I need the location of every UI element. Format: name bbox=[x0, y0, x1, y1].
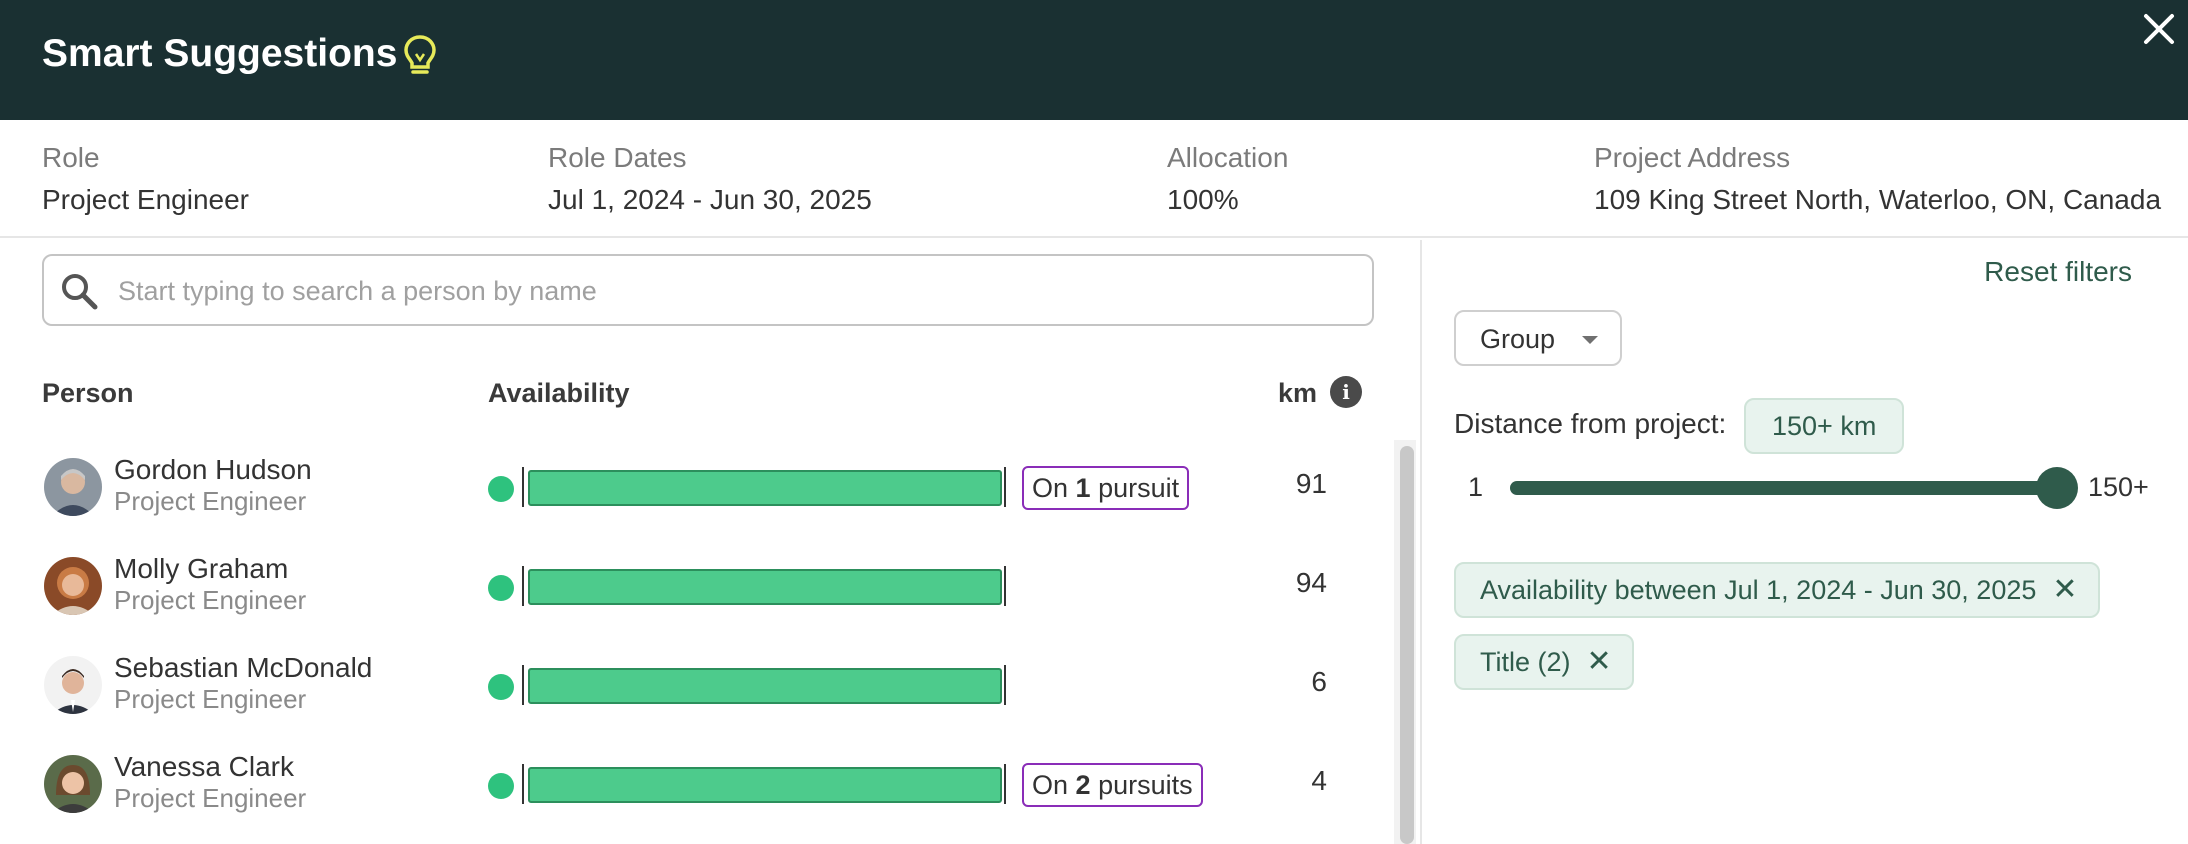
km-column-header: km bbox=[1278, 378, 1318, 408]
person-title: Project Engineer bbox=[114, 783, 307, 813]
project-address-value: 109 King Street North, Waterloo, ON, Can… bbox=[1594, 184, 2162, 215]
role-dates-info: Role Dates Jul 1, 2024 - Jun 30, 2025 bbox=[548, 140, 872, 218]
availability-bar bbox=[528, 767, 1002, 803]
title-filter-label: Title (2) bbox=[1480, 647, 1571, 677]
pursuit-badge[interactable]: On 2 pursuits bbox=[1022, 763, 1203, 807]
availability-end-tick bbox=[1004, 764, 1006, 804]
availability-bar bbox=[528, 668, 1002, 704]
availability-start-tick bbox=[522, 665, 524, 705]
role-info-bar: Role Project Engineer Role Dates Jul 1, … bbox=[0, 120, 2188, 238]
close-icon[interactable] bbox=[2136, 6, 2182, 52]
role-dates-label: Role Dates bbox=[548, 142, 687, 173]
remove-filter-icon[interactable]: ✕ bbox=[2052, 564, 2077, 616]
allocation-info: Allocation 100% bbox=[1167, 140, 1288, 218]
table-row[interactable]: Molly Graham Project Engineer 94 bbox=[0, 537, 1390, 636]
role-label: Role bbox=[42, 142, 100, 173]
availability-start-tick bbox=[522, 467, 524, 507]
avatar bbox=[44, 656, 102, 714]
role-info: Role Project Engineer bbox=[42, 140, 249, 218]
availability-column-header: Availability bbox=[488, 378, 630, 408]
suggestions-panel: Start typing to search a person by name … bbox=[0, 240, 1422, 844]
availability-start-tick bbox=[522, 566, 524, 606]
availability-end-tick bbox=[1004, 665, 1006, 705]
title-filter-chip[interactable]: Title (2) ✕ bbox=[1454, 634, 1634, 690]
reset-filters-link[interactable]: Reset filters bbox=[1984, 256, 2132, 288]
avatar bbox=[44, 458, 102, 516]
allocation-label: Allocation bbox=[1167, 142, 1289, 173]
availability-filter-chip[interactable]: Availability between Jul 1, 2024 - Jun 3… bbox=[1454, 562, 2100, 618]
availability-filter-label: Availability between Jul 1, 2024 - Jun 3… bbox=[1480, 575, 2037, 605]
availability-status-dot bbox=[488, 476, 514, 502]
remove-filter-icon[interactable]: ✕ bbox=[1587, 636, 1612, 688]
km-value: 91 bbox=[1295, 468, 1327, 499]
role-dates-value: Jul 1, 2024 - Jun 30, 2025 bbox=[548, 184, 872, 215]
role-value: Project Engineer bbox=[42, 184, 250, 215]
group-dropdown-label: Group bbox=[1480, 324, 1556, 354]
person-title: Project Engineer bbox=[114, 486, 307, 516]
availability-end-tick bbox=[1004, 566, 1006, 606]
person-name[interactable]: Gordon Hudson bbox=[114, 454, 312, 486]
distance-slider-thumb[interactable] bbox=[2036, 467, 2078, 509]
km-value: 4 bbox=[1311, 765, 1327, 796]
person-title: Project Engineer bbox=[114, 684, 307, 714]
person-title: Project Engineer bbox=[114, 585, 307, 615]
allocation-value: 100% bbox=[1167, 184, 1239, 215]
person-name[interactable]: Sebastian McDonald bbox=[114, 652, 372, 684]
slider-max-label: 150+ bbox=[2088, 472, 2149, 502]
project-address-info: Project Address 109 King Street North, W… bbox=[1594, 140, 2161, 218]
search-input[interactable]: Start typing to search a person by name bbox=[42, 254, 1374, 326]
search-placeholder: Start typing to search a person by name bbox=[118, 276, 597, 306]
avatar bbox=[44, 755, 102, 813]
table-row[interactable]: Vanessa Clark Project Engineer On 2 purs… bbox=[0, 735, 1390, 834]
table-row[interactable]: Sebastian McDonald Project Engineer 6 bbox=[0, 636, 1390, 735]
distance-value-badge: 150+ km bbox=[1744, 398, 1905, 454]
scrollbar-thumb[interactable] bbox=[1400, 446, 1414, 844]
group-dropdown[interactable]: Group bbox=[1454, 310, 1622, 366]
availability-status-dot bbox=[488, 674, 514, 700]
filters-panel: Reset filters Group Distance from projec… bbox=[1424, 240, 2188, 844]
person-column-header: Person bbox=[42, 378, 134, 408]
availability-end-tick bbox=[1004, 467, 1006, 507]
person-name[interactable]: Molly Graham bbox=[114, 553, 288, 585]
modal-header: Smart Suggestions bbox=[0, 0, 2188, 120]
person-name[interactable]: Vanessa Clark bbox=[114, 751, 294, 783]
table-row[interactable]: Gordon Hudson Project Engineer On 1 purs… bbox=[0, 438, 1390, 537]
lightbulb-icon bbox=[404, 35, 436, 74]
availability-status-dot bbox=[488, 773, 514, 799]
project-address-label: Project Address bbox=[1594, 142, 1791, 173]
caret-down-icon bbox=[1582, 336, 1598, 344]
search-icon bbox=[62, 274, 98, 310]
avatar bbox=[44, 557, 102, 615]
km-value: 6 bbox=[1311, 666, 1327, 697]
distance-label: Distance from project: bbox=[1454, 408, 1727, 439]
availability-bar bbox=[528, 470, 1002, 506]
availability-start-tick bbox=[522, 764, 524, 804]
availability-bar bbox=[528, 569, 1002, 605]
slider-min-label: 1 bbox=[1468, 472, 1484, 502]
distance-slider-track[interactable] bbox=[1510, 481, 2058, 495]
modal-title: Smart Suggestions bbox=[42, 32, 398, 75]
km-value: 94 bbox=[1295, 567, 1327, 598]
availability-status-dot bbox=[488, 575, 514, 601]
pursuit-badge[interactable]: On 1 pursuit bbox=[1022, 466, 1190, 510]
info-icon[interactable]: i bbox=[1330, 376, 1362, 408]
